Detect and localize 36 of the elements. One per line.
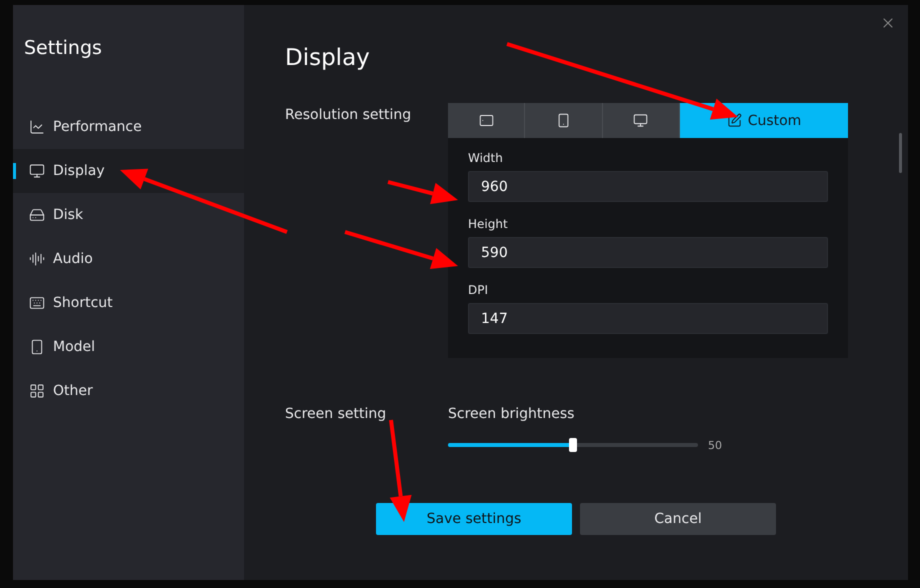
slider-thumb[interactable] bbox=[569, 438, 577, 452]
field-label: Height bbox=[468, 216, 509, 233]
annotation-arrow bbox=[388, 180, 458, 204]
slider-label: Screen brightness bbox=[448, 405, 576, 424]
sidebar-item[interactable]: Performance bbox=[13, 105, 244, 149]
sidebar-title: Settings bbox=[23, 36, 103, 61]
brightness-slider[interactable] bbox=[448, 438, 698, 452]
input-field[interactable]: 590 bbox=[468, 237, 828, 268]
section-label: Screen setting bbox=[285, 406, 386, 422]
sidebar-item[interactable]: Display bbox=[13, 149, 244, 193]
chart-icon bbox=[29, 119, 45, 135]
section-label: Resolution setting bbox=[285, 107, 412, 123]
field-label: DPI bbox=[468, 282, 490, 299]
sidebar-item[interactable]: Disk bbox=[13, 193, 244, 237]
drive-icon bbox=[29, 207, 45, 223]
sidebar-item[interactable]: Audio bbox=[13, 237, 244, 281]
phone-icon bbox=[556, 113, 572, 128]
input-field[interactable]: 147 bbox=[468, 303, 828, 334]
resolution-tab[interactable]: Custom bbox=[679, 103, 848, 138]
keyboard-icon bbox=[29, 295, 45, 311]
sidebar-item[interactable]: Other bbox=[13, 369, 244, 413]
page-title: Display bbox=[285, 45, 370, 73]
scrollbar[interactable] bbox=[899, 133, 902, 173]
sidebar-item[interactable]: Shortcut bbox=[13, 281, 244, 325]
input-field[interactable]: 960 bbox=[468, 171, 828, 202]
sidebar-item[interactable]: Model bbox=[13, 325, 244, 369]
slider-value: 50 bbox=[708, 438, 722, 452]
tablet-icon bbox=[478, 113, 494, 128]
monitor-icon bbox=[29, 163, 45, 179]
save-button[interactable]: Save settings bbox=[376, 503, 572, 535]
monitor-icon bbox=[633, 113, 648, 128]
cancel-button[interactable]: Cancel bbox=[580, 503, 776, 535]
grid-icon bbox=[29, 383, 45, 399]
sound-wave-icon bbox=[29, 251, 45, 267]
field-label: Width bbox=[468, 150, 504, 167]
phone-icon bbox=[29, 339, 45, 355]
